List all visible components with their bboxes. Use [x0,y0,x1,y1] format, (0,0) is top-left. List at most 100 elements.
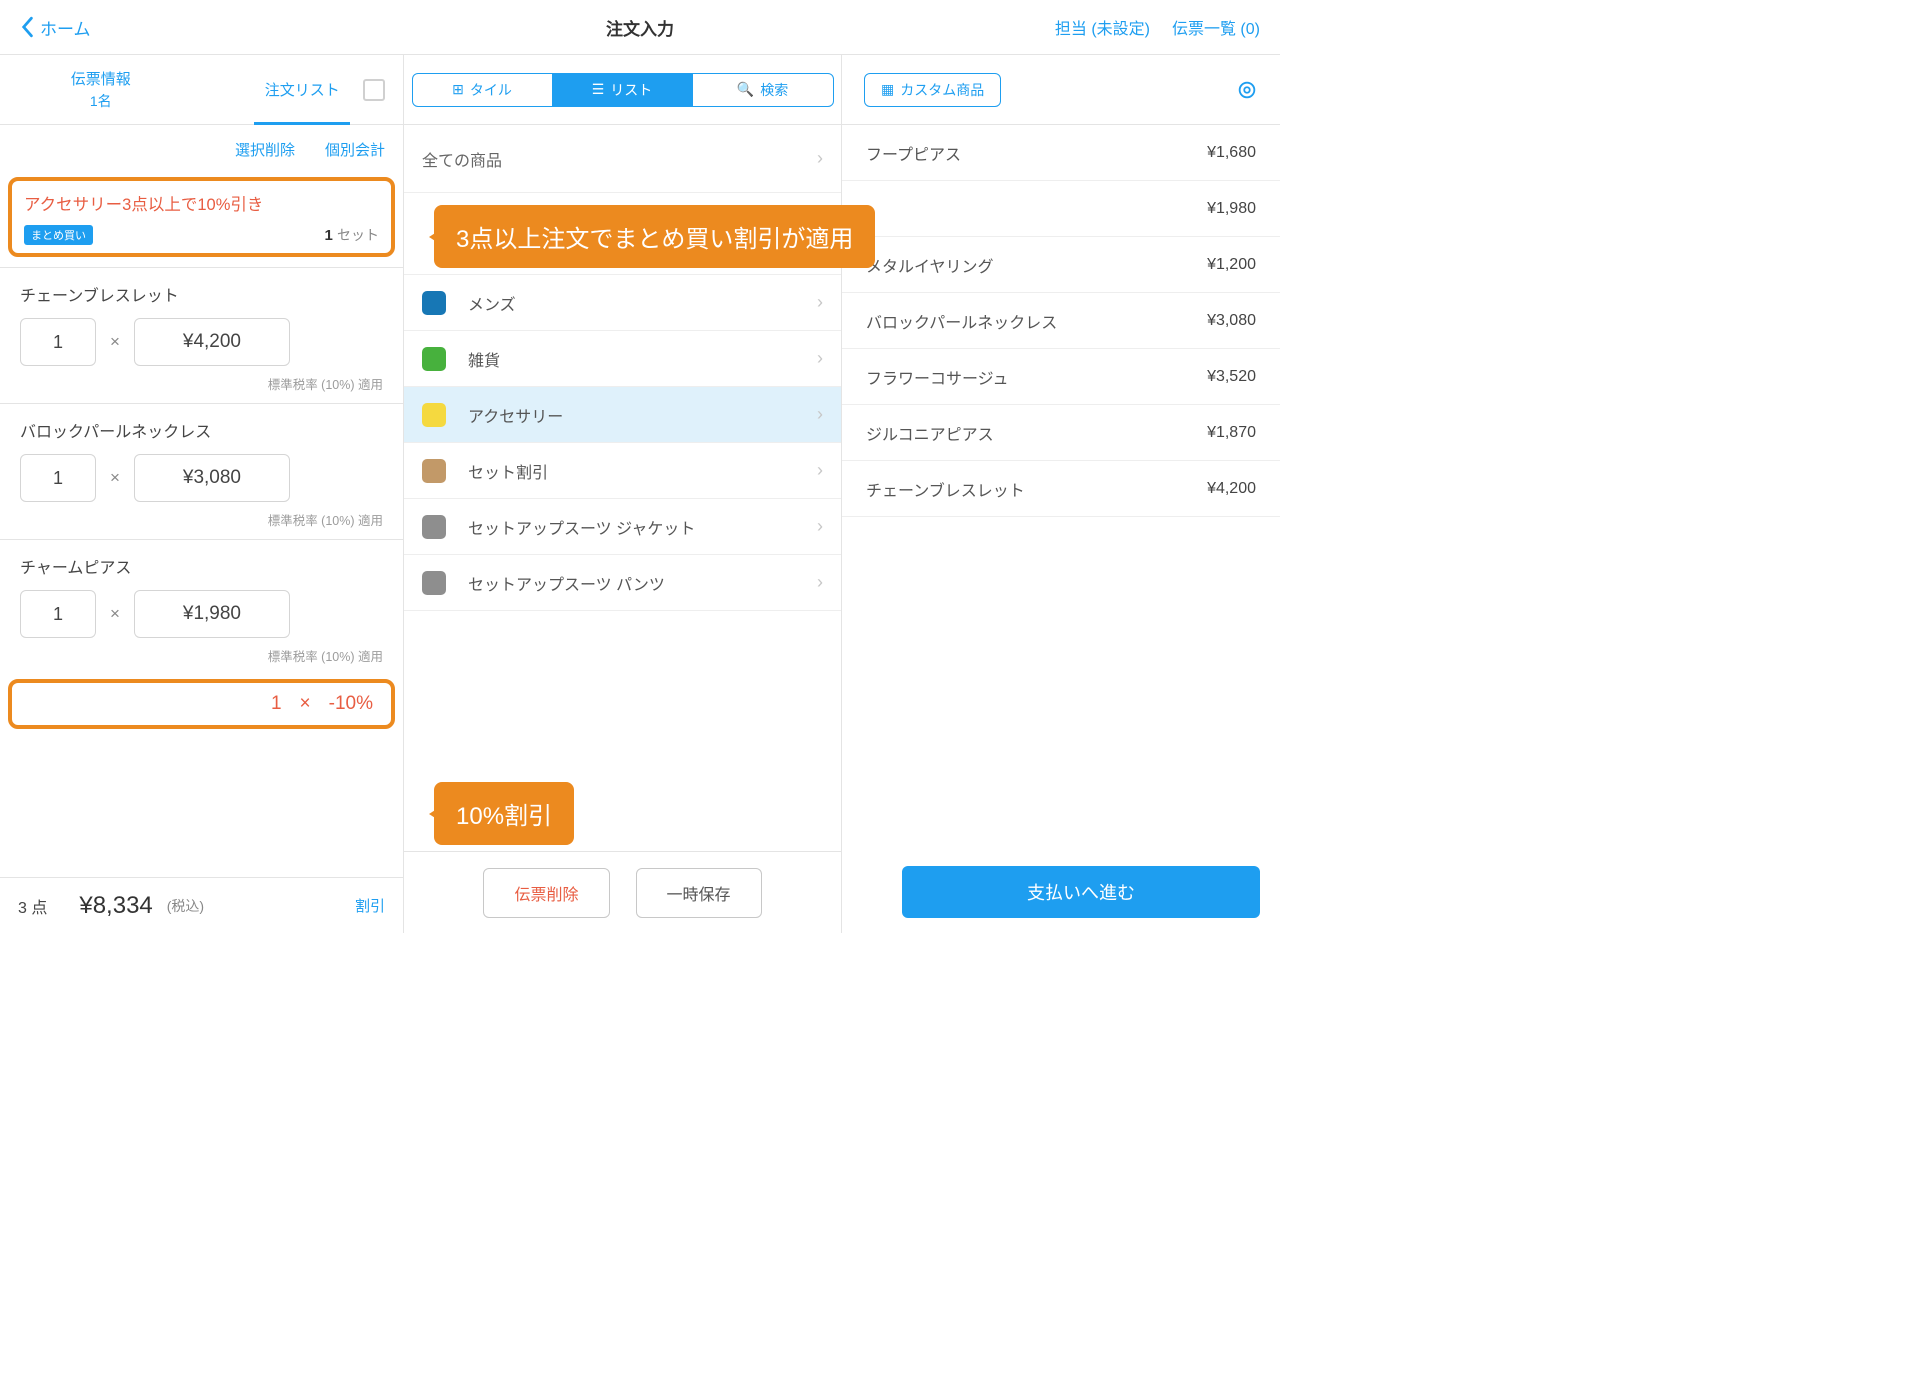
annotation-top: 3点以上注文でまとめ買い割引が適用 [434,205,875,268]
color-swatch [422,403,446,427]
color-swatch [422,347,446,371]
discount-row[interactable]: 1 × -10% [8,679,395,729]
discount-qty: 1 [271,693,282,715]
color-swatch [422,291,446,315]
product-row[interactable]: フラワーコサージュ ¥3,520 [842,349,1280,405]
order-footer: 3 点 ¥8,334 (税込) 割引 [0,877,403,933]
seg-list[interactable]: ☰リスト [553,74,693,106]
page-title: 注文入力 [606,15,674,40]
order-item[interactable]: チャームピアス 1 × ¥1,980 標準税率 (10%) 適用 [0,539,403,675]
color-swatch [422,571,446,595]
tax-note: 標準税率 (10%) 適用 [20,510,383,529]
category-row[interactable]: アクセサリー› [404,387,841,443]
product-price: ¥1,870 [1207,424,1256,442]
mult-sign: × [110,468,120,488]
product-name: ジルコニアピアス [866,421,994,445]
category-label: セットアップスーツ ジャケット [468,515,695,539]
product-row[interactable]: ¥1,980 [842,181,1280,237]
qty-input[interactable]: 1 [20,454,96,502]
category-label: アクセサリー [468,403,563,427]
price-input[interactable]: ¥4,200 [134,318,290,366]
back-button[interactable]: ホーム [20,15,91,40]
discount-mult: × [300,693,311,715]
product-name: フープピアス [866,141,961,165]
gear-icon[interactable] [1236,79,1258,101]
note-icon[interactable] [363,79,385,101]
bundle-tag: まとめ買い [24,225,93,245]
product-row[interactable]: フープピアス ¥1,680 [842,125,1280,181]
order-item[interactable]: バロックパールネックレス 1 × ¥3,080 標準税率 (10%) 適用 [0,403,403,539]
order-list: アクセサリー3点以上で10%引き まとめ買い 1 セット チェーンブレスレット 1… [0,173,403,877]
seg-search[interactable]: 🔍検索 [693,74,833,106]
tab-order-label: 注文リスト [265,79,340,100]
tab-slip-sub: 1名 [90,91,112,111]
category-label: セットアップスーツ パンツ [468,571,665,595]
footer-discount[interactable]: 割引 [355,895,385,916]
item-name: チャームピアス [20,554,383,578]
order-item[interactable]: チェーンブレスレット 1 × ¥4,200 標準税率 (10%) 適用 [0,267,403,403]
mult-sign: × [110,332,120,352]
product-price: ¥4,200 [1207,480,1256,498]
product-row[interactable]: メタルイヤリング ¥1,200 [842,237,1280,293]
save-draft-button[interactable]: 一時保存 [636,868,762,918]
chevron-right-icon: › [817,348,823,369]
tax-note: 標準税率 (10%) 適用 [20,646,383,665]
proceed-payment-button[interactable]: 支払いへ進む [902,866,1260,918]
custom-product-button[interactable]: ▦ カスタム商品 [864,73,1001,107]
price-input[interactable]: ¥1,980 [134,590,290,638]
delete-slip-button[interactable]: 伝票削除 [483,868,609,918]
category-row[interactable]: セットアップスーツ ジャケット › [404,499,841,555]
qty-input[interactable]: 1 [20,318,96,366]
product-price: ¥1,200 [1207,256,1256,274]
tax-note: 標準税率 (10%) 適用 [20,374,383,393]
category-row[interactable]: 雑貨 › [404,331,841,387]
product-row[interactable]: ジルコニアピアス ¥1,870 [842,405,1280,461]
product-row[interactable]: バロックパールネックレス ¥3,080 [842,293,1280,349]
product-name: メタルイヤリング [866,253,994,277]
product-name: チェーンブレスレット [866,477,1025,501]
category-row[interactable]: セットアップスーツ パンツ › [404,555,841,611]
category-all[interactable]: 全ての商品 › [404,125,841,193]
bundle-item[interactable]: アクセサリー3点以上で10%引き まとめ買い 1 セット [8,177,395,257]
footer-total: ¥8,334 [79,892,152,920]
color-swatch [422,515,446,539]
tab-slip-info[interactable]: 伝票情報 1名 [0,55,202,124]
product-row[interactable]: チェーンブレスレット ¥4,200 [842,461,1280,517]
bundle-set: 1 セット [324,225,379,245]
chevron-left-icon [20,16,34,38]
product-price: ¥3,520 [1207,368,1256,386]
tab-slip-label: 伝票情報 [71,68,131,89]
category-row[interactable]: メンズ› [404,275,841,331]
split-bill-link[interactable]: 個別会計 [325,139,385,160]
custom-icon: ▦ [881,81,894,98]
chevron-right-icon: › [817,572,823,593]
item-name: チェーンブレスレット [20,282,383,306]
annotation-bottom: 10%割引 [434,782,574,845]
color-swatch [422,459,446,483]
chevron-right-icon: › [817,516,823,537]
price-input[interactable]: ¥3,080 [134,454,290,502]
product-price: ¥3,080 [1207,312,1256,330]
back-label: ホーム [40,15,91,40]
delete-selection-link[interactable]: 選択削除 [235,139,295,160]
mult-sign: × [110,604,120,624]
discount-value: -10% [329,693,373,715]
category-row[interactable]: セット割引› [404,443,841,499]
item-name: バロックパールネックレス [20,418,383,442]
chevron-right-icon: › [817,460,823,481]
product-name: フラワーコサージュ [866,365,1009,389]
footer-taxin: (税込) [167,896,204,916]
product-name: バロックパールネックレス [866,309,1057,333]
qty-input[interactable]: 1 [20,590,96,638]
staff-link[interactable]: 担当 (未設定) [1055,15,1150,39]
custom-label: カスタム商品 [900,80,984,100]
bundle-title: アクセサリー3点以上で10%引き [24,191,379,215]
product-price: ¥1,680 [1207,144,1256,162]
search-icon: 🔍 [737,81,754,98]
seg-tile[interactable]: ⊞タイル [413,74,553,106]
product-price: ¥1,980 [1207,200,1256,218]
slips-link[interactable]: 伝票一覧 (0) [1172,15,1260,39]
category-label: メンズ [468,291,516,315]
category-all-label: 全ての商品 [422,147,502,171]
category-label: 雑貨 [468,347,500,371]
